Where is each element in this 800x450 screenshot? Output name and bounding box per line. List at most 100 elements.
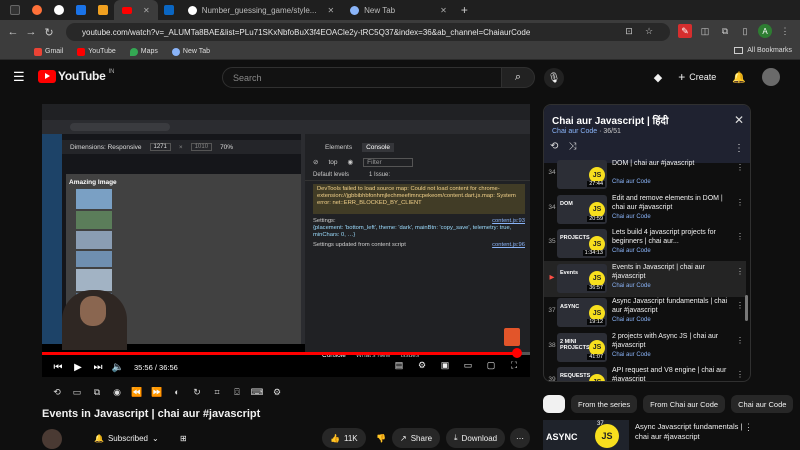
youtube-logo[interactable]: YouTube IN [38,69,114,83]
star-bookmark-icon[interactable]: ☆ [642,24,656,38]
rewind-icon[interactable]: ⏪ [130,385,144,399]
extensions-puzzle-icon[interactable]: ⧉ [718,24,732,38]
progress-bar[interactable] [42,348,530,358]
playlist-item[interactable]: 34 DOM JS 20:59 Edit and remove elements in … [544,192,746,228]
volume-icon[interactable]: 🔈 [108,362,128,373]
shuffle-icon[interactable]: ⤨ [568,141,576,152]
speed-icon[interactable]: ◐ [170,385,184,399]
playlist-channel[interactable]: Chai aur Code [552,128,597,135]
create-button[interactable]: + Create [678,70,716,84]
recommendation-item[interactable]: ASYNC JS 37 Async Javascript fundamental… [543,420,753,450]
notifications-bell-icon[interactable]: 🔔 [732,71,746,84]
download-button[interactable]: ⤓ Download [446,428,506,448]
tab-bookmark-icon[interactable] [70,0,92,20]
more-menu-icon[interactable]: ⋮ [736,198,744,207]
tag-icon[interactable]: ◆ [654,71,662,84]
share-button[interactable]: ↗ Share [392,428,441,448]
new-tab-button[interactable]: + [455,3,474,17]
more-menu-icon[interactable]: ⋮ [736,370,744,379]
chip-from-series[interactable]: From the series [571,395,638,413]
tab-github-style[interactable]: Number_guessing_game/style... ✕ [180,0,342,20]
close-tab-icon[interactable]: ✕ [327,6,334,15]
close-tab-icon[interactable]: ✕ [143,6,150,15]
account-avatar[interactable] [762,68,780,86]
tab-search-icon[interactable] [4,0,26,20]
camera-icon[interactable]: ⌼ [230,385,244,399]
bookmark-gmail[interactable]: Gmail [34,47,63,56]
settings-gear-icon[interactable]: ⚙ [414,360,430,371]
playlist-item-thumbnail[interactable]: DOM JS 20:59 [557,194,607,224]
tab-new-tab[interactable]: New Tab ✕ [342,0,455,20]
cast-icon[interactable]: ▢ [483,360,499,371]
more-menu-icon[interactable]: ⋮ [736,301,744,310]
search-input[interactable]: Search [222,67,502,88]
extension-icon[interactable]: ◫ [698,24,712,38]
playlist-item[interactable]: 37 ASYNC JS 19:12 Async Javascript fundament… [544,295,746,331]
voice-search-mic-icon[interactable]: 🎙 [544,68,564,88]
search-button[interactable]: ⌕ [501,67,535,88]
tab-stack-icon[interactable] [92,0,114,20]
close-icon[interactable]: ✕ [734,113,744,127]
playlist-item-thumbnail[interactable]: JS 27:44 [557,160,607,189]
like-button[interactable]: 👍 11K [322,428,366,448]
recommendation-title[interactable]: Async Javascript fundamentals | chai aur… [635,422,745,442]
install-app-icon[interactable]: ⊡ [622,24,636,38]
more-menu-icon[interactable]: ⋮ [736,267,744,276]
more-menu-icon[interactable]: ⋮ [778,24,792,38]
chip-all[interactable] [543,395,565,413]
sidepanel-icon[interactable]: ▯ [738,24,752,38]
crop-icon[interactable]: ⌗ [210,385,224,399]
fullscreen-icon[interactable]: ⛶ [506,360,522,371]
tab-github-icon[interactable] [48,0,70,20]
dislike-button[interactable]: 👎 [368,428,394,448]
all-bookmarks[interactable]: All Bookmarks [734,47,792,54]
more-menu-icon[interactable]: ⋮ [736,232,744,241]
next-icon[interactable]: ⏭ [88,362,108,373]
forward-arrow-icon[interactable]: → [22,26,40,38]
bookmark-maps[interactable]: Maps [129,47,158,56]
profile-avatar[interactable]: A [758,24,772,38]
miniplayer-icon[interactable]: ▣ [437,360,453,371]
more-menu-icon[interactable]: ⋮ [736,336,744,345]
video-player[interactable]: Dimensions: Responsive 1271 × 1010 70% A… [42,104,530,377]
subscribed-button[interactable]: 🔔 Subscribed ⌄ [94,428,159,448]
play-icon[interactable]: ▶ [68,362,88,373]
playlist-item[interactable]: ▶ Events JS 36:57 Events in Javascript | cha… [544,260,746,297]
close-tab-icon[interactable]: ✕ [440,6,447,15]
playlist-title[interactable]: Chai aur Javascript | हिंदी [552,113,668,127]
repeat-icon[interactable]: ⟲ [50,385,64,399]
playlist-item-thumbnail[interactable]: ASYNC JS 19:12 [557,298,607,327]
reload-icon[interactable]: ↻ [40,26,58,39]
playlist-item[interactable]: 38 2 MINI PROJECTS JS 41:07 2 projects with … [544,330,746,366]
keyboard-icon[interactable]: ⌨ [250,385,264,399]
playlist-item-thumbnail[interactable]: REQUESTS JS [557,367,607,381]
loop-playlist-icon[interactable]: ⟲ [550,141,558,152]
menu-hamburger-icon[interactable]: ☰ [13,70,25,83]
pip-icon[interactable]: ⧉ [90,385,104,399]
more-menu-icon[interactable]: ⋮ [734,143,744,154]
more-actions-button[interactable]: ⋯ [510,428,530,448]
playlist-scrollbar[interactable] [745,295,748,321]
loop-icon[interactable]: ↻ [190,385,204,399]
chip-from-channel[interactable]: From Chai aur Code [643,395,726,413]
chip-channel[interactable]: Chai aur Code [731,395,794,413]
playlist-item-thumbnail[interactable]: Events JS 36:57 [557,263,607,293]
settings-gear-icon[interactable]: ⚙ [270,385,284,399]
recommendation-thumbnail[interactable]: ASYNC JS 37 [543,420,629,450]
tab-youtube[interactable]: ✕ [114,0,158,20]
url-bar[interactable]: youtube.com/watch?v=_ALUMTa8BAE&list=PLu… [66,23,670,41]
tab-linkedin-icon[interactable] [158,0,180,20]
tab-firefox-icon[interactable] [26,0,48,20]
subtitles-icon[interactable]: ▤ [391,360,407,371]
back-arrow-icon[interactable]: ← [4,26,22,38]
playlist-item[interactable]: 39 REQUESTS JS API request and V8 engine | … [544,364,746,381]
audio-icon[interactable]: ◉ [110,385,124,399]
playlist-item[interactable]: 35 PROJECTS JS 1:34:13 Lets build 4 javascri… [544,226,746,262]
add-to-playlist-icon[interactable]: ⊞ [172,428,195,448]
channel-avatar[interactable] [42,429,62,449]
theater-mode-icon[interactable]: ▭ [460,360,476,371]
playlist-item[interactable]: 34 JS 27:44 DOM | chai aur #javascript Chai … [544,157,746,193]
previous-icon[interactable]: ⏮ [48,362,68,373]
more-menu-icon[interactable]: ⋮ [736,163,744,172]
bookmark-new-tab[interactable]: New Tab [171,47,210,56]
